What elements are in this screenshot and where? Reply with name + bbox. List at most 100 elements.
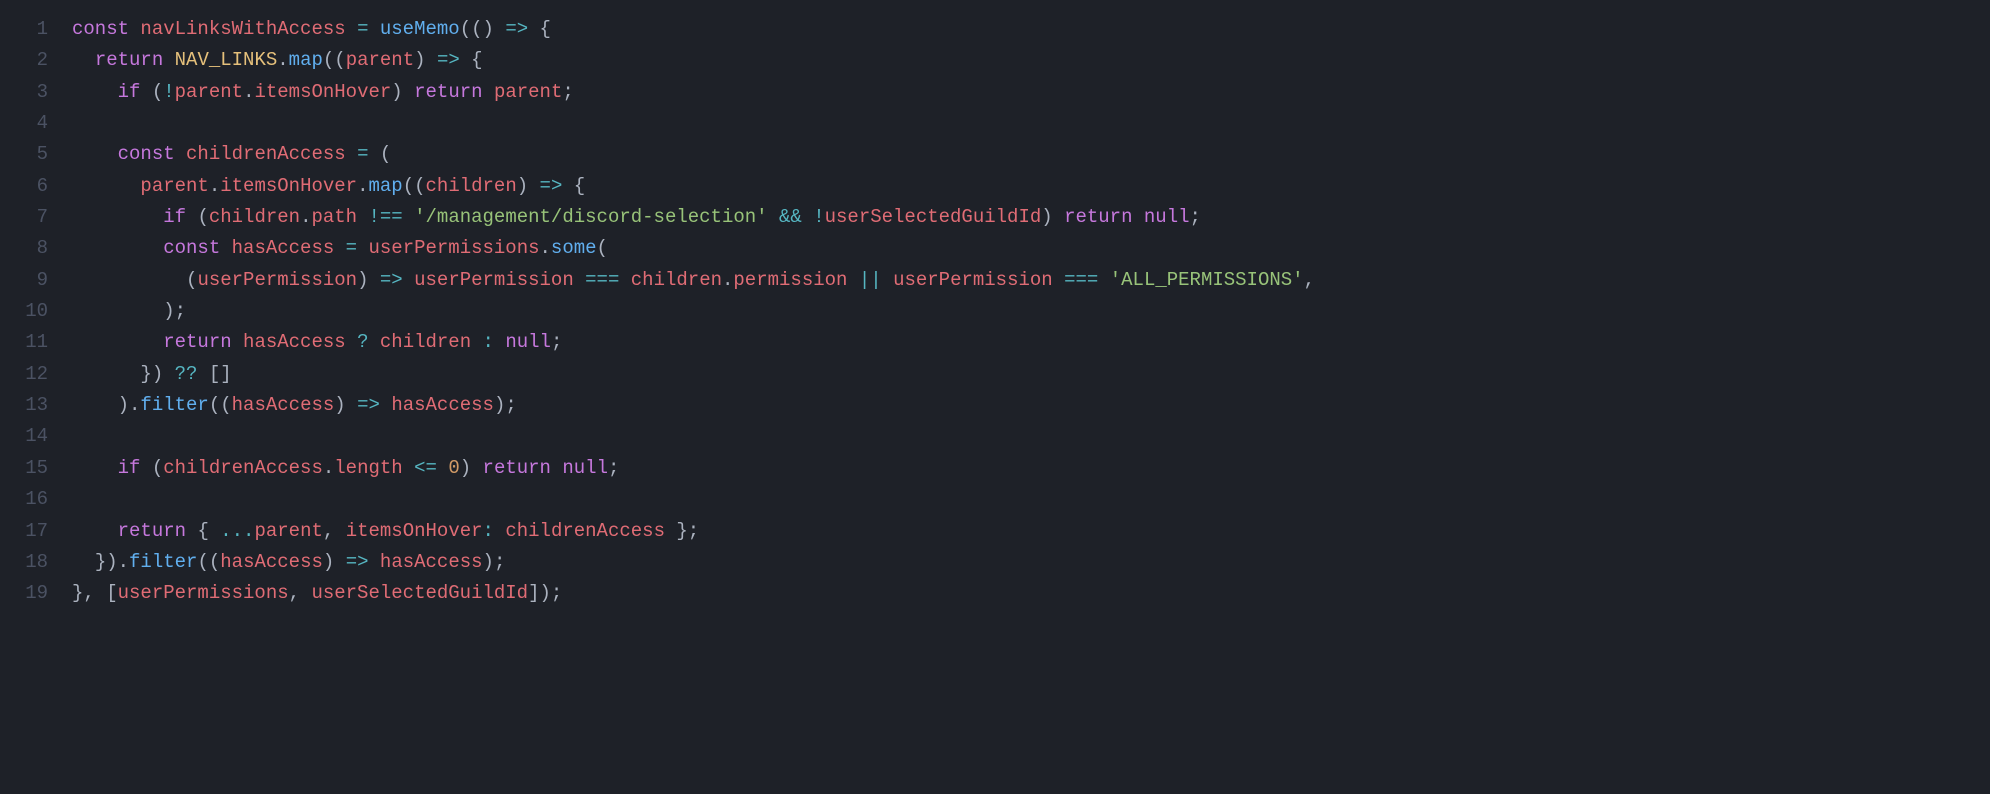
- token-punc: .: [722, 269, 733, 291]
- token-punc: .: [209, 175, 220, 197]
- token-punc: ): [357, 269, 368, 291]
- line-number: 6: [0, 171, 48, 202]
- token-punc: ;: [1190, 206, 1201, 228]
- code-editor[interactable]: 12345678910111213141516171819 const navL…: [0, 0, 1990, 610]
- line-number: 14: [0, 421, 48, 452]
- token-punc: ,: [1304, 269, 1315, 291]
- token-var: hasAccess: [380, 551, 483, 573]
- token-var: parent: [254, 520, 322, 542]
- token-var: userPermissions: [368, 237, 539, 259]
- token-var: userPermissions: [118, 582, 289, 604]
- token-fn: some: [551, 237, 597, 259]
- line-number: 17: [0, 516, 48, 547]
- token-plain: [334, 551, 345, 573]
- token-kw: return: [483, 457, 551, 479]
- token-op: =: [357, 143, 368, 165]
- token-plain: [882, 269, 893, 291]
- line-number: 4: [0, 108, 48, 139]
- line-number: 2: [0, 45, 48, 76]
- token-kw: null: [562, 457, 608, 479]
- token-var: parent: [175, 81, 243, 103]
- token-punc: ((: [209, 394, 232, 416]
- token-num: 0: [448, 457, 459, 479]
- token-punc: (: [186, 269, 197, 291]
- line-number: 8: [0, 233, 48, 264]
- token-punc: ): [1041, 206, 1052, 228]
- code-line[interactable]: return hasAccess ? children : null;: [72, 327, 1315, 358]
- code-line[interactable]: ).filter((hasAccess) => hasAccess);: [72, 390, 1315, 421]
- token-kw: null: [1144, 206, 1190, 228]
- token-kw: const: [118, 143, 175, 165]
- code-line[interactable]: if (!parent.itemsOnHover) return parent;: [72, 77, 1315, 108]
- token-plain: [72, 49, 95, 71]
- token-punc: .: [323, 457, 334, 479]
- code-line[interactable]: const childrenAccess = (: [72, 139, 1315, 170]
- token-punc: .: [277, 49, 288, 71]
- token-punc: .: [243, 81, 254, 103]
- token-plain: [140, 81, 151, 103]
- code-line[interactable]: );: [72, 296, 1315, 327]
- token-punc: ): [391, 81, 402, 103]
- code-line[interactable]: if (childrenAccess.length <= 0) return n…: [72, 453, 1315, 484]
- token-plain: [197, 363, 208, 385]
- token-var: childrenAccess: [163, 457, 323, 479]
- token-plain: [1098, 269, 1109, 291]
- code-line[interactable]: [72, 421, 1315, 452]
- code-line[interactable]: }, [userPermissions, userSelectedGuildId…: [72, 578, 1315, 609]
- token-punc: ): [517, 175, 528, 197]
- token-plain: [847, 269, 858, 291]
- code-line[interactable]: (userPermission) => userPermission === c…: [72, 265, 1315, 296]
- token-op: !==: [368, 206, 402, 228]
- token-op: &&: [779, 206, 802, 228]
- code-line[interactable]: const hasAccess = userPermissions.some(: [72, 233, 1315, 264]
- code-line[interactable]: return { ...parent, itemsOnHover: childr…: [72, 516, 1315, 547]
- token-punc: );: [163, 300, 186, 322]
- token-plain: [357, 206, 368, 228]
- token-plain: [72, 394, 118, 416]
- code-line[interactable]: [72, 108, 1315, 139]
- token-op: =>: [346, 551, 369, 573]
- code-line[interactable]: parent.itemsOnHover.map((children) => {: [72, 171, 1315, 202]
- code-content[interactable]: const navLinksWithAccess = useMemo(() =>…: [72, 14, 1315, 610]
- token-op: =>: [380, 269, 403, 291]
- token-op: ...: [220, 520, 254, 542]
- code-line[interactable]: }) ?? []: [72, 359, 1315, 390]
- code-line[interactable]: const navLinksWithAccess = useMemo(() =>…: [72, 14, 1315, 45]
- token-plain: [163, 49, 174, 71]
- token-var: itemsOnHover: [346, 520, 483, 542]
- token-punc: ((: [403, 175, 426, 197]
- token-op: ??: [175, 363, 198, 385]
- token-plain: [72, 206, 163, 228]
- line-number: 3: [0, 77, 48, 108]
- token-op: ===: [1064, 269, 1098, 291]
- token-punc: []: [209, 363, 232, 385]
- token-op: <=: [414, 457, 437, 479]
- token-var: children: [426, 175, 517, 197]
- token-punc: .: [357, 175, 368, 197]
- token-op: =>: [505, 18, 528, 40]
- code-line[interactable]: }).filter((hasAccess) => hasAccess);: [72, 547, 1315, 578]
- token-var: hasAccess: [232, 394, 335, 416]
- token-kw: return: [95, 49, 163, 71]
- token-plain: [471, 457, 482, 479]
- token-punc: }): [140, 363, 163, 385]
- token-punc: {: [197, 520, 220, 542]
- token-op: ||: [859, 269, 882, 291]
- token-op: :: [483, 520, 494, 542]
- token-punc: ((: [197, 551, 220, 573]
- code-line[interactable]: [72, 484, 1315, 515]
- token-var: parent: [140, 175, 208, 197]
- token-punc: ): [334, 394, 345, 416]
- token-punc: (: [597, 237, 608, 259]
- token-plain: [72, 237, 163, 259]
- token-plain: [186, 520, 197, 542]
- line-number: 5: [0, 139, 48, 170]
- token-plain: [562, 175, 573, 197]
- code-line[interactable]: return NAV_LINKS.map((parent) => {: [72, 45, 1315, 76]
- code-line[interactable]: if (children.path !== '/management/disco…: [72, 202, 1315, 233]
- token-plain: [368, 18, 379, 40]
- token-punc: );: [483, 551, 506, 573]
- token-punc: {: [574, 175, 585, 197]
- token-kw: null: [505, 331, 551, 353]
- token-plain: [72, 363, 140, 385]
